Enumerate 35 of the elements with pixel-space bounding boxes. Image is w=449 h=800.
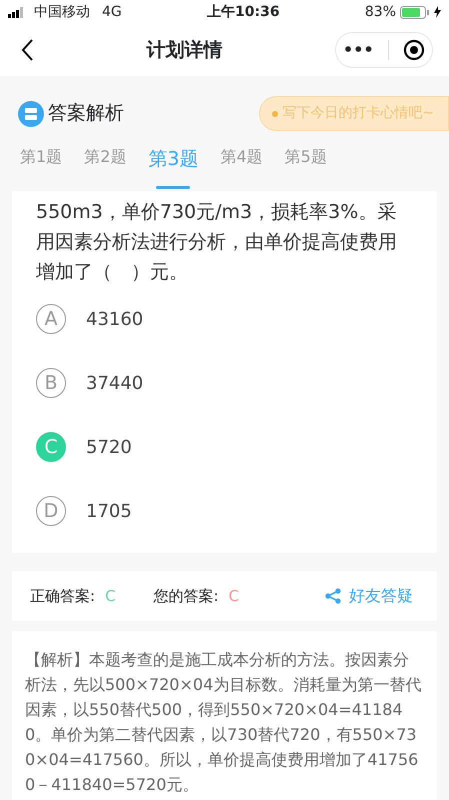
option-letter[interactable]: D xyxy=(36,496,66,526)
signal-icon xyxy=(8,6,26,18)
option-text: 5720 xyxy=(86,436,132,460)
option-letter[interactable]: C xyxy=(36,432,66,462)
battery-percent: 83% xyxy=(364,2,396,22)
network-type: 4G xyxy=(102,2,122,22)
tab-indicator xyxy=(156,186,190,188)
status-time: 上午10:36 xyxy=(207,2,280,22)
your-answer-label: 您的答案: xyxy=(154,586,219,607)
option-text: 1705 xyxy=(86,500,132,524)
question-tab[interactable]: 第2题 xyxy=(84,145,126,169)
correct-answer: C xyxy=(105,586,116,607)
option-text: 37440 xyxy=(86,372,144,396)
question-tab[interactable]: 第5题 xyxy=(284,145,327,169)
carrier-name: 中国移动 xyxy=(34,2,90,22)
close-button[interactable] xyxy=(402,39,425,61)
share-icon xyxy=(325,588,341,604)
back-button[interactable] xyxy=(20,38,34,62)
charging-icon xyxy=(434,6,441,18)
your-answer: C xyxy=(228,586,240,607)
correct-answer-label: 正确答案: xyxy=(30,586,96,607)
section-title: 答案解析 xyxy=(48,101,124,126)
option-letter[interactable]: A xyxy=(36,304,66,334)
mood-input[interactable]: 写下今日的打卡心情吧~ xyxy=(259,96,449,131)
analysis-icon xyxy=(18,100,44,126)
ask-friends-link[interactable]: 好友答疑 xyxy=(325,584,413,608)
battery-icon xyxy=(400,6,430,18)
analysis-text: 【解析】本题考查的是施工成本分析的方法。按因素分析法，先以500×720×04为目标数。消耗量为第一替代因素，以550替代500，得到550×720×04=411840。单价为第二替代因素，以730替代720，有550×730×04=417560。所以，单价提高使费用增加了417560－411840=5720元。 xyxy=(12,631,437,800)
option-letter[interactable]: B xyxy=(36,368,66,398)
question-tab[interactable]: 第1题 xyxy=(20,145,62,169)
question-tab[interactable]: 第3题 xyxy=(148,145,198,174)
question-tab[interactable]: 第4题 xyxy=(220,145,263,169)
question-text: 550m3，单价730元/m3，损耗率3%。采用因素分析法进行分析，由单价提高使费用增加了（ ）元。 xyxy=(35,200,398,285)
page-title: 计划详情 xyxy=(146,38,222,63)
option-text: 43160 xyxy=(86,308,144,332)
